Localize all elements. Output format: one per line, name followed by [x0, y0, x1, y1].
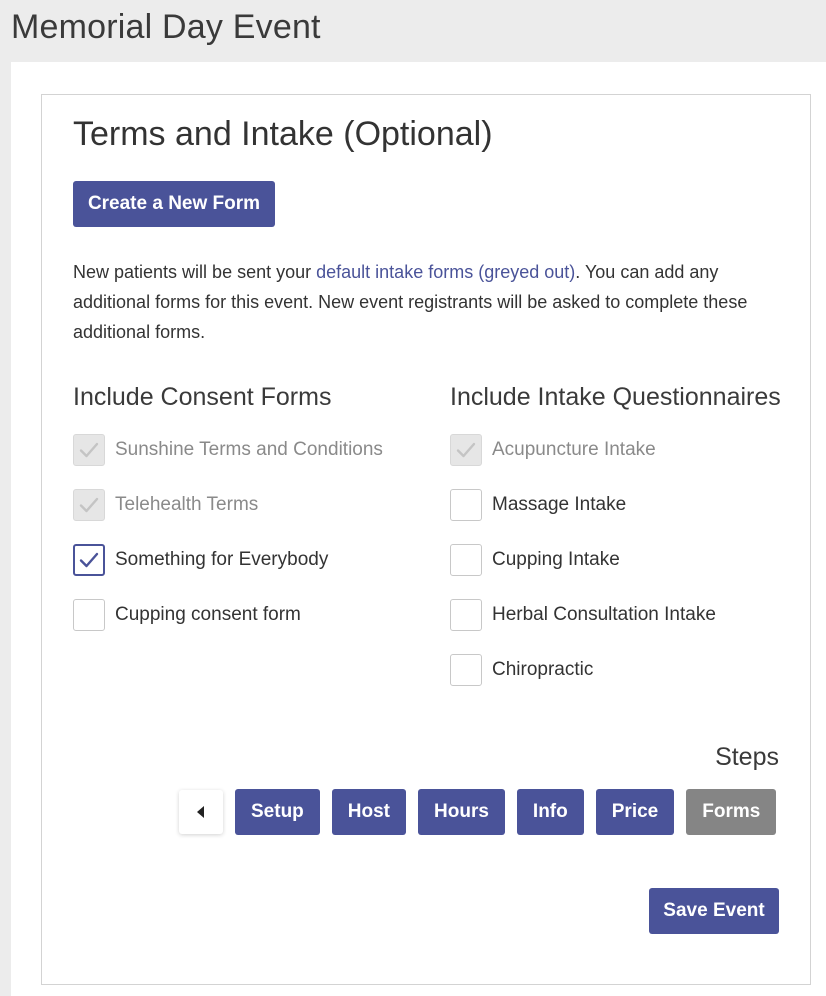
checkbox-label[interactable]: Massage Intake: [492, 494, 626, 516]
checkbox-label[interactable]: Something for Everybody: [115, 549, 328, 571]
consent-item-telehealth-terms: Telehealth Terms: [73, 488, 258, 522]
checkbox-herbal-consultation-intake[interactable]: [450, 599, 482, 631]
checkbox-label: Telehealth Terms: [115, 494, 259, 515]
step-hours-button[interactable]: Hours: [418, 789, 505, 835]
intro-text-start: New patients will be sent your: [73, 262, 317, 282]
checkbox-label[interactable]: Chiropractic: [492, 659, 593, 681]
step-host-button[interactable]: Host: [331, 789, 407, 835]
create-form-button[interactable]: Create a New Form: [73, 181, 275, 227]
checkbox-telehealth-terms: [73, 489, 105, 521]
checkbox-massage-intake[interactable]: [450, 489, 482, 521]
checkbox-something-for-everybody[interactable]: [73, 544, 105, 576]
steps-label: Steps: [715, 743, 779, 771]
checkbox-label: Sunshine Terms and Conditions: [115, 439, 383, 460]
checkbox-sunshine-terms: [73, 434, 105, 466]
default-intake-forms-link[interactable]: default intake forms (greyed out): [316, 262, 575, 282]
checkbox-cupping-consent[interactable]: [73, 599, 105, 631]
checkbox-label[interactable]: Herbal Consultation Intake: [492, 604, 716, 626]
checkbox-cupping-intake[interactable]: [450, 544, 482, 576]
intake-item-cupping[interactable]: Cupping Intake: [450, 543, 620, 577]
intro-text: New patients will be sent your default i…: [73, 257, 783, 347]
consent-forms-heading: Include Consent Forms: [73, 383, 332, 411]
checkbox-label[interactable]: Cupping Intake: [492, 549, 620, 571]
intake-questionnaires-heading: Include Intake Questionnaires: [450, 383, 781, 411]
consent-item-something-for-everybody[interactable]: Something for Everybody: [73, 543, 328, 577]
checkbox-acupuncture-intake: [450, 434, 482, 466]
terms-intake-card: Terms and Intake (Optional) Create a New…: [41, 94, 811, 985]
step-price-button[interactable]: Price: [595, 789, 675, 835]
intake-item-acupuncture: Acupuncture Intake: [450, 433, 656, 467]
step-info-button[interactable]: Info: [516, 789, 584, 835]
step-forms-button[interactable]: Forms: [686, 789, 777, 835]
checkbox-label: Acupuncture Intake: [492, 439, 656, 460]
intake-item-chiropractic[interactable]: Chiropractic: [450, 653, 593, 687]
checkbox-label[interactable]: Cupping consent form: [115, 604, 301, 626]
checkmark-icon: [456, 442, 476, 458]
checkbox-chiropractic[interactable]: [450, 654, 482, 686]
checkmark-icon: [79, 497, 99, 513]
intake-item-herbal-consultation[interactable]: Herbal Consultation Intake: [450, 598, 716, 632]
consent-item-cupping-consent[interactable]: Cupping consent form: [73, 598, 301, 632]
previous-step-button[interactable]: [179, 790, 223, 834]
intake-item-massage[interactable]: Massage Intake: [450, 488, 626, 522]
steps-nav: Setup Host Hours Info Price Forms: [179, 789, 777, 835]
consent-item-sunshine-terms: Sunshine Terms and Conditions: [73, 433, 383, 467]
checkmark-icon: [79, 442, 99, 458]
checkmark-icon: [79, 552, 99, 568]
save-event-button[interactable]: Save Event: [649, 888, 779, 934]
caret-left-icon: [197, 806, 204, 818]
section-title: Terms and Intake (Optional): [73, 115, 493, 153]
step-setup-button[interactable]: Setup: [235, 789, 320, 835]
page-title: Memorial Day Event: [11, 8, 321, 46]
content-panel: Terms and Intake (Optional) Create a New…: [11, 62, 826, 996]
